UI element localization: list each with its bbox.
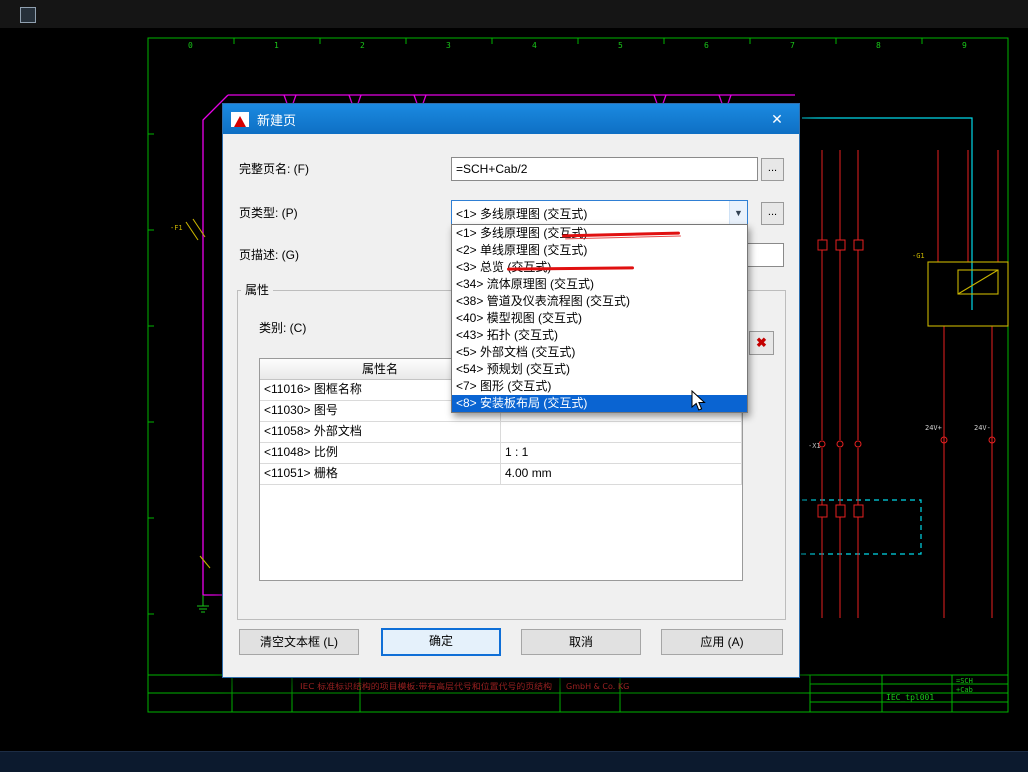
column-label: 2 <box>360 41 365 50</box>
properties-group-title: 属性 <box>241 282 274 298</box>
page-type-browse-button[interactable]: ... <box>761 202 784 225</box>
dialog-title: 新建页 <box>257 112 297 128</box>
property-name: <11051> 栅格 <box>260 464 501 484</box>
titleblock-company: GmbH & Co. KG <box>566 682 629 691</box>
page-type-value: <1> 多线原理图 (交互式) <box>456 206 588 221</box>
titleblock-template-description: IEC 标准标识结构的项目模板:带有高层代号和位置代号的页结构 <box>300 681 552 691</box>
device-tag-f1: -F1 <box>170 224 183 232</box>
property-value: 4.00 mm <box>501 464 742 484</box>
close-icon[interactable]: ✕ <box>763 108 791 130</box>
property-name: <11048> 比例 <box>260 443 501 463</box>
ok-button[interactable]: 确定 <box>381 628 501 656</box>
dropdown-item-8[interactable]: <54> 预规划 (交互式) <box>452 361 747 378</box>
new-page-dialog: 新建页 ✕ 完整页名: (F) ... 页类型: (P) <1> 多线原理图 (… <box>222 103 800 678</box>
column-label: 9 <box>962 41 967 50</box>
page-description-label: 页描述: (G) <box>239 248 299 262</box>
property-row-4[interactable]: <11051> 栅格 4.00 mm <box>260 464 742 485</box>
page-type-combobox[interactable]: <1> 多线原理图 (交互式) ▼ <box>451 200 748 226</box>
window-top-bar <box>0 0 1028 29</box>
cancel-button[interactable]: 取消 <box>521 629 641 655</box>
column-label: 4 <box>532 41 537 50</box>
voltage-label-minus: 24V- <box>974 424 991 432</box>
property-row-2[interactable]: <11058> 外部文档 <box>260 422 742 443</box>
delete-property-button[interactable]: ✖ <box>749 331 774 355</box>
column-label: 1 <box>274 41 279 50</box>
dropdown-item-3[interactable]: <34> 流体原理图 (交互式) <box>452 276 747 293</box>
dropdown-item-1[interactable]: <2> 单线原理图 (交互式) <box>452 242 747 259</box>
full-page-name-browse-button[interactable]: ... <box>761 158 784 181</box>
titleblock-sch: =SCH <box>956 677 973 685</box>
titleblock-template-id: IEC_tpl001 <box>886 693 934 702</box>
page-type-dropdown-list: <1> 多线原理图 (交互式) <2> 单线原理图 (交互式) <3> 总览 (… <box>451 224 748 413</box>
column-label: 3 <box>446 41 451 50</box>
full-page-name-label: 完整页名: (F) <box>239 162 309 176</box>
page-type-label: 页类型: (P) <box>239 206 298 220</box>
ground-symbol <box>197 595 209 613</box>
device-tag-g1: -G1 <box>912 252 925 260</box>
eplan-logo-icon <box>231 111 249 127</box>
app-icon[interactable] <box>20 7 36 23</box>
apply-button[interactable]: 应用 (A) <box>661 629 783 655</box>
property-name: <11058> 外部文档 <box>260 422 501 442</box>
dropdown-item-7[interactable]: <5> 外部文档 (交互式) <box>452 344 747 361</box>
chevron-down-icon[interactable]: ▼ <box>729 201 747 225</box>
clear-text-button[interactable]: 清空文本框 (L) <box>239 629 359 655</box>
dialog-titlebar[interactable]: 新建页 ✕ <box>223 104 799 134</box>
cyan-wire <box>792 117 973 555</box>
mouse-cursor-icon <box>691 390 706 411</box>
taskbar[interactable] <box>0 751 1028 772</box>
property-value: 1 : 1 <box>501 443 742 463</box>
red-circuit-wires <box>817 150 999 618</box>
column-label: 6 <box>704 41 709 50</box>
category-label: 类别: (C) <box>259 321 307 335</box>
dropdown-item-5[interactable]: <40> 模型视图 (交互式) <box>452 310 747 327</box>
column-label: 5 <box>618 41 623 50</box>
dropdown-item-6[interactable]: <43> 拓扑 (交互式) <box>452 327 747 344</box>
full-page-name-input[interactable] <box>451 157 758 181</box>
column-label: 8 <box>876 41 881 50</box>
application-window: 0 1 2 3 4 5 6 7 8 9 -F1 -G1 -X1 24V+ 24V… <box>0 0 1028 772</box>
column-label: 0 <box>188 41 193 50</box>
property-row-3[interactable]: <11048> 比例 1 : 1 <box>260 443 742 464</box>
voltage-label-plus: 24V+ <box>925 424 942 432</box>
property-value <box>501 422 742 442</box>
device-tag-x1: -X1 <box>808 442 821 450</box>
dropdown-item-4[interactable]: <38> 管道及仪表流程图 (交互式) <box>452 293 747 310</box>
titleblock-cab: +Cab <box>956 686 973 694</box>
column-label: 7 <box>790 41 795 50</box>
